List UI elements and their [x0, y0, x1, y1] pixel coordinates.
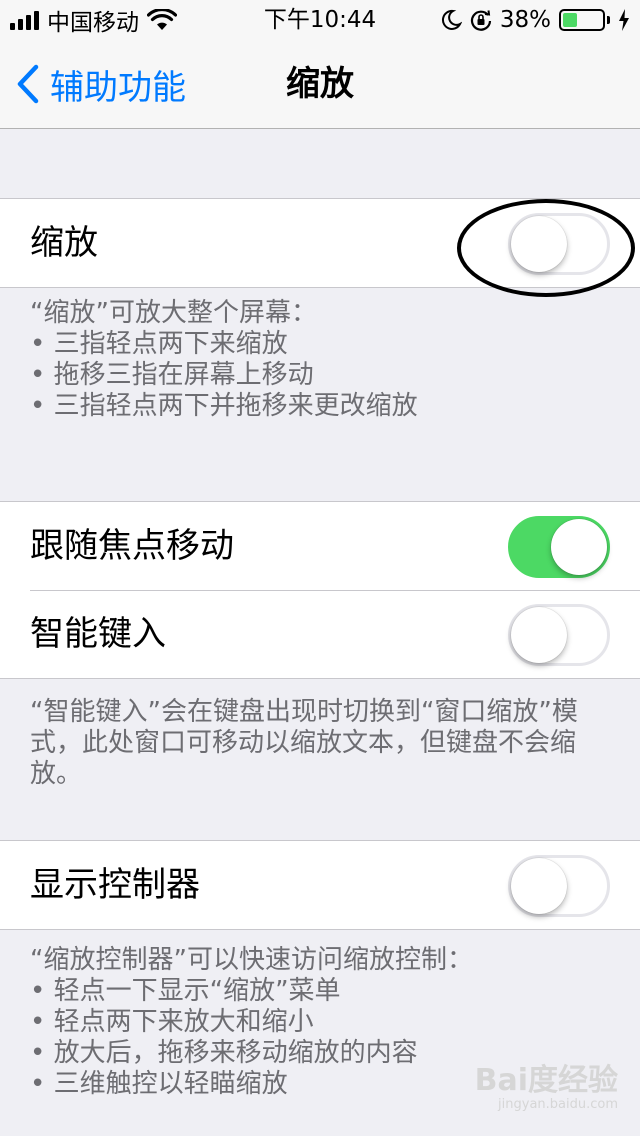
smart-typing-footer-text: “智能键入”会在键盘出现时切换到“窗口缩放”模式，此处窗口可移动以缩放文本，但键… [30, 697, 578, 789]
zoom-footer-bullet: 三指轻点两下来缩放 [30, 329, 610, 360]
battery-icon [559, 9, 605, 31]
watermark-text: Bai度经验 [474, 1063, 618, 1098]
toggle-knob [511, 607, 567, 663]
baidu-watermark: Bai度经验 jingyan.baidu.com [475, 1055, 618, 1112]
follow-focus-toggle[interactable] [508, 516, 610, 578]
controller-label: 显示控制器 [30, 865, 200, 905]
zoom-row: 缩放 [0, 199, 640, 287]
smart-typing-toggle[interactable] [508, 604, 610, 666]
follow-focus-label: 跟随焦点移动 [30, 526, 234, 566]
navigation-bar: 辅助功能 缩放 [0, 40, 640, 129]
smart-typing-label: 智能键入 [30, 614, 166, 654]
moon-icon [441, 9, 462, 30]
zoom-label: 缩放 [30, 223, 98, 263]
zoom-group: 缩放 [0, 198, 640, 288]
zoom-footer-bullet: 三指轻点两下并拖移来更改缩放 [30, 391, 610, 422]
controller-row: 显示控制器 [0, 841, 640, 929]
status-right: 38% [440, 4, 630, 36]
charging-bolt-icon [619, 9, 629, 31]
controller-toggle[interactable] [508, 855, 610, 917]
zoom-footer: “缩放”可放大整个屏幕： 三指轻点两下来缩放 拖移三指在屏幕上移动 三指轻点两下… [30, 298, 610, 422]
toggle-knob [511, 216, 567, 272]
status-bar: 中国移动 下午10:44 38% [0, 0, 640, 40]
battery-percent: 38% [499, 7, 551, 33]
controller-group: 显示控制器 [0, 840, 640, 930]
smart-typing-footer: “智能键入”会在键盘出现时切换到“窗口缩放”模式，此处窗口可移动以缩放文本，但键… [30, 697, 610, 790]
toggle-knob [511, 858, 567, 914]
controller-footer-intro: “缩放控制器”可以快速访问缩放控制： [30, 945, 473, 975]
zoom-footer-bullet: 拖移三指在屏幕上移动 [30, 360, 610, 391]
focus-typing-group: 跟随焦点移动 智能键入 [0, 501, 640, 679]
toggle-knob [551, 519, 607, 575]
controller-footer-bullet: 轻点一下显示“缩放”菜单 [30, 976, 610, 1007]
zoom-footer-intro: “缩放”可放大整个屏幕： [30, 298, 317, 328]
controller-footer-bullet: 轻点两下来放大和缩小 [30, 1007, 610, 1038]
follow-focus-row: 跟随焦点移动 [0, 502, 640, 590]
watermark-url: jingyan.baidu.com [498, 1097, 618, 1112]
battery-tip [607, 16, 610, 24]
page-title: 缩放 [286, 64, 354, 104]
zoom-toggle[interactable] [508, 213, 610, 275]
orientation-lock-icon [470, 10, 491, 31]
smart-typing-row: 智能键入 [0, 590, 640, 678]
